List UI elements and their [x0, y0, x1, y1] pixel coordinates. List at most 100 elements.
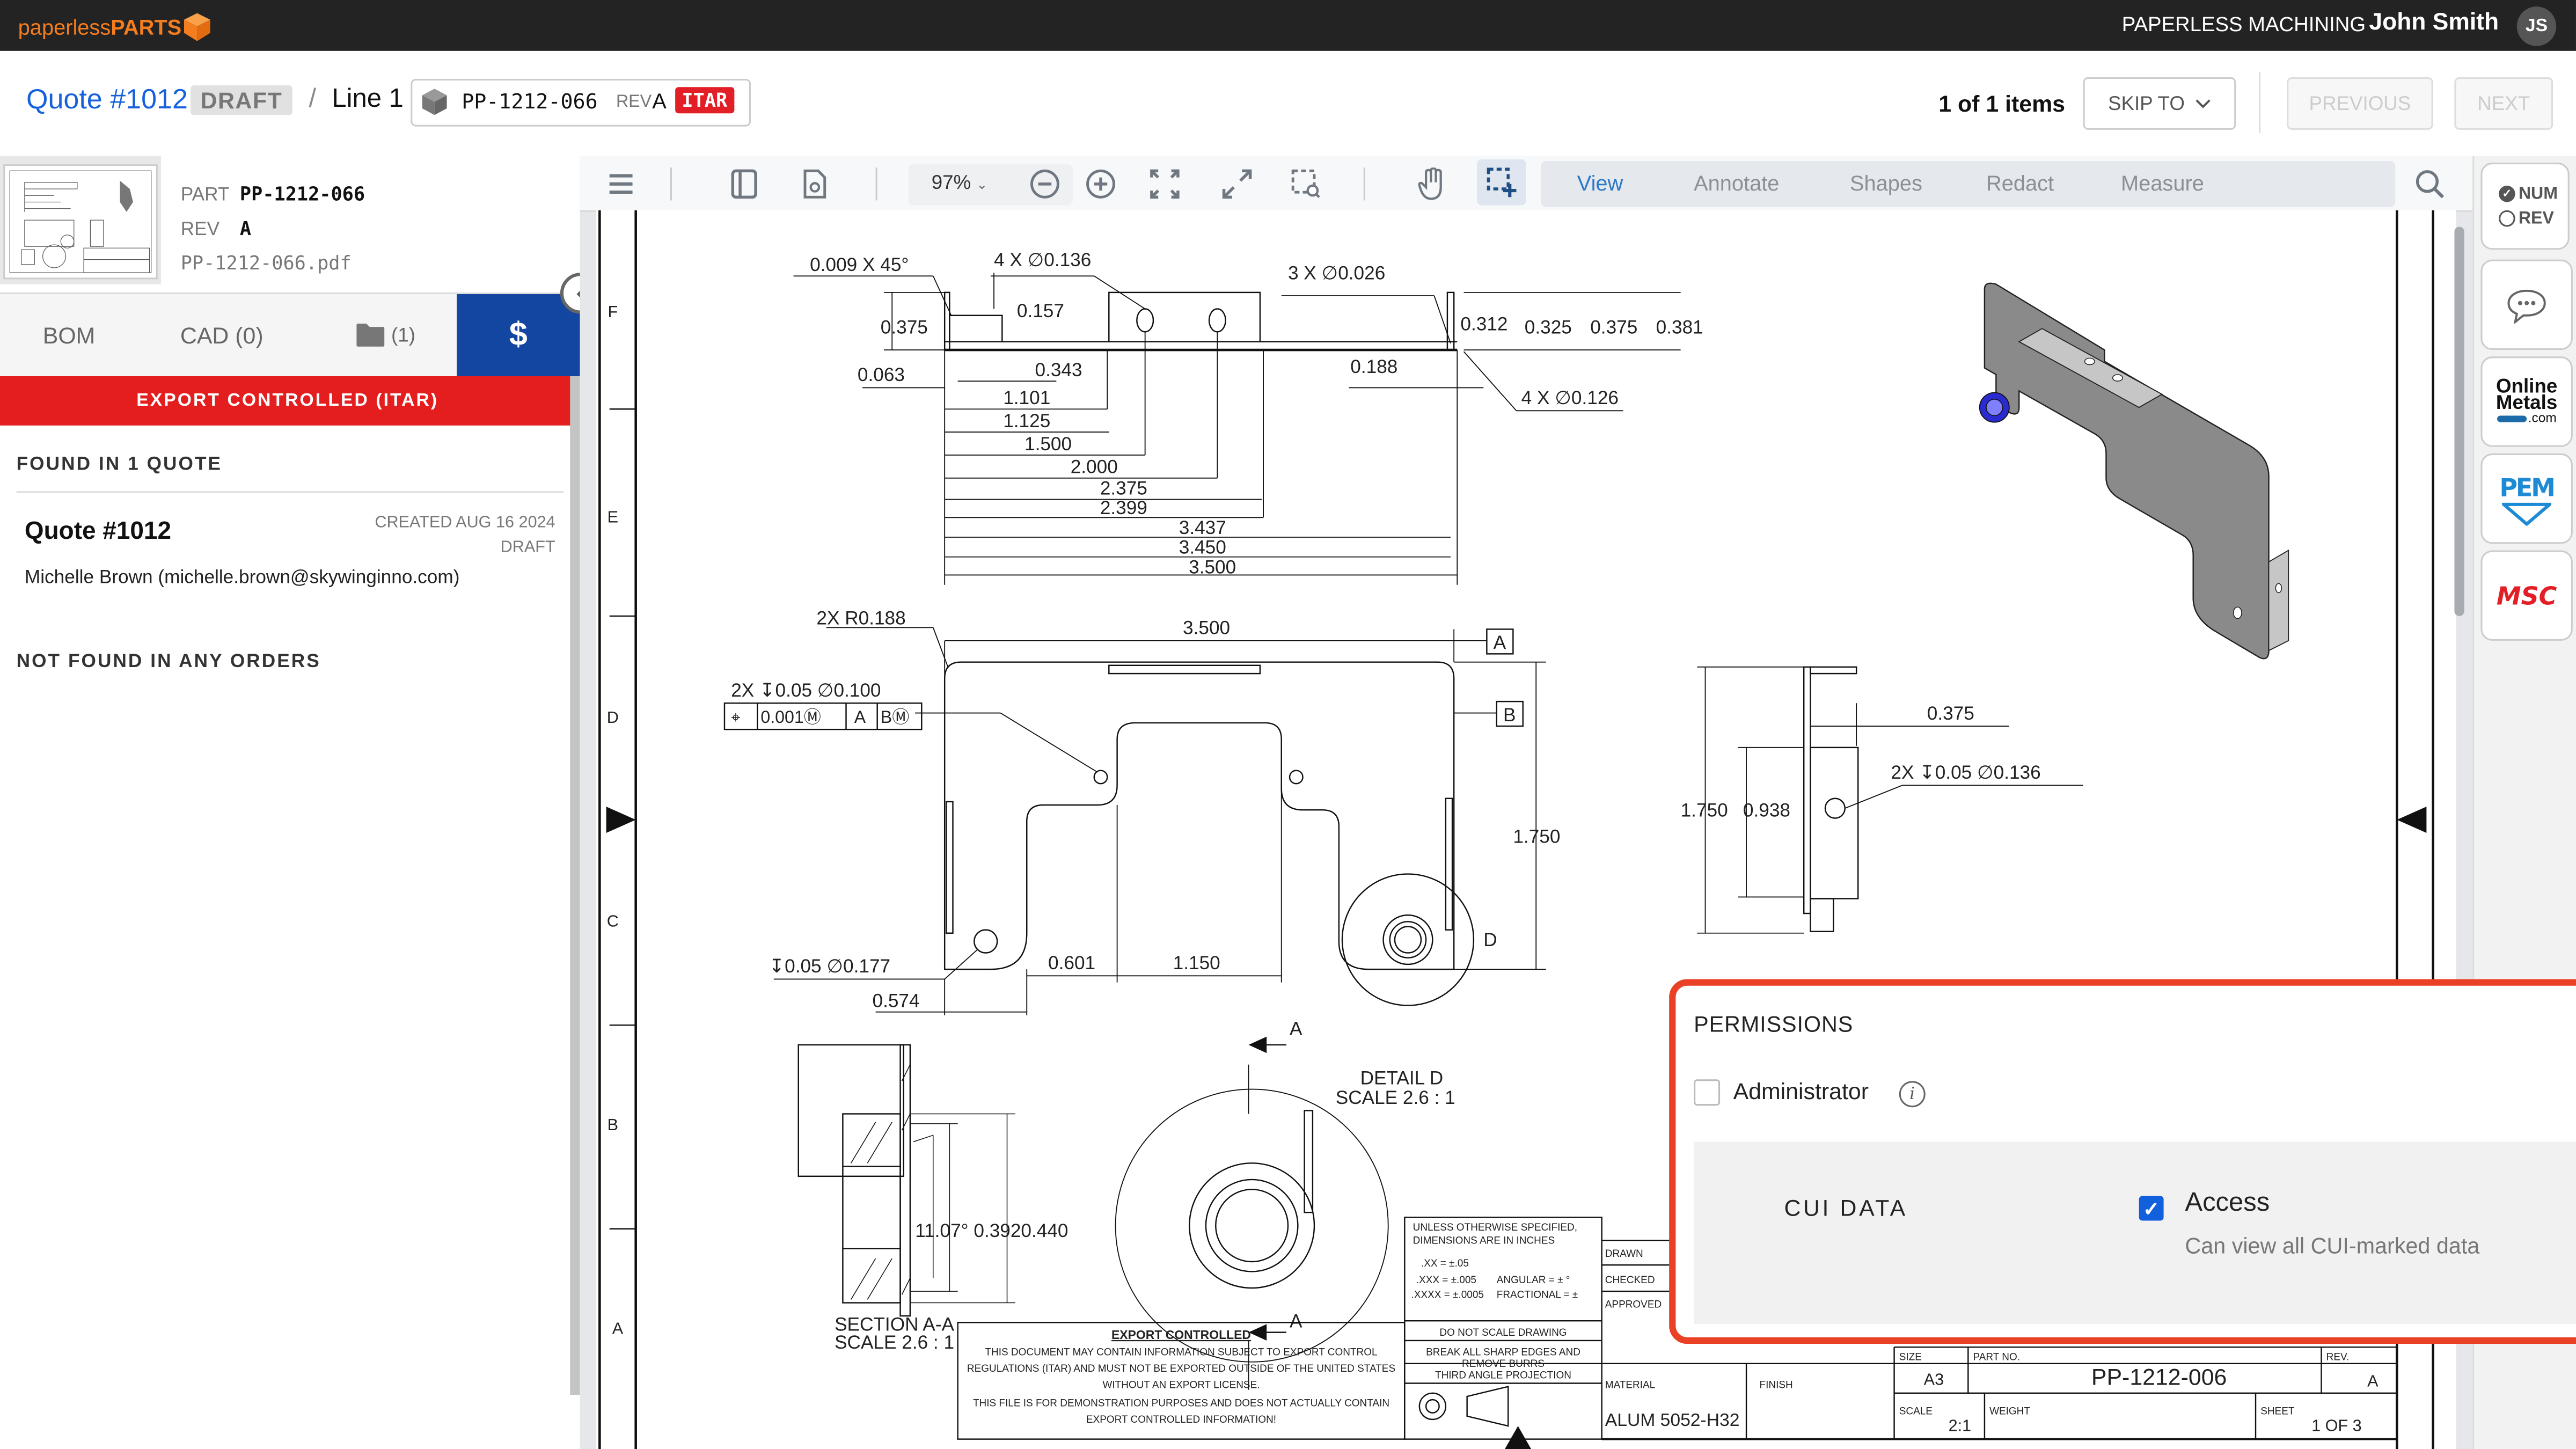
breadcrumb-quote-link[interactable]: Quote #1012	[26, 84, 188, 116]
thumbnail-preview	[9, 170, 152, 273]
items-count: 1 of 1 items	[1938, 90, 2066, 117]
pan-hand-icon[interactable]	[1416, 167, 1449, 200]
menu-icon[interactable]	[605, 167, 638, 200]
logo[interactable]: paperless PARTS	[18, 10, 211, 42]
zoom-out-icon[interactable]	[1028, 167, 1061, 200]
zone-label: D	[607, 708, 619, 727]
quote-contact: Michelle Brown (michelle.brown@skywingin…	[24, 568, 460, 588]
administrator-checkbox[interactable]	[1694, 1079, 1721, 1106]
app-window: paperless PARTS PAPERLESS MACHINING John …	[0, 0, 2576, 1449]
check-circle-icon: ✓	[2499, 185, 2515, 202]
fit-page-icon[interactable]	[1148, 167, 1181, 200]
chat-bubble-icon	[2507, 289, 2546, 323]
info-icon[interactable]: i	[1899, 1081, 1926, 1108]
datum-label: A	[1494, 632, 1506, 653]
tab-measure[interactable]: Measure	[2121, 171, 2204, 195]
dim-label: 1.150	[1173, 953, 1220, 974]
skip-to-label: SKIP TO	[2107, 92, 2185, 115]
tab-pricing[interactable]: $	[457, 294, 580, 377]
administrator-label: Administrator	[1733, 1078, 1869, 1104]
dim-label: 3.437	[1179, 517, 1226, 538]
online-metals-com: .com	[2528, 409, 2557, 425]
online-metals-button[interactable]: Online Metals .com	[2480, 356, 2573, 447]
tb-label: SCALE	[1899, 1406, 1933, 1417]
sidebar-panel-icon[interactable]	[728, 167, 760, 200]
fullscreen-icon[interactable]	[1220, 167, 1253, 200]
comments-button[interactable]	[2480, 259, 2573, 350]
dim-label: 3 X ∅0.026	[1288, 262, 1385, 283]
rev-label: REV	[180, 220, 220, 240]
tab-files[interactable]: (1)	[328, 294, 443, 376]
num-option[interactable]: ✓ NUM	[2499, 184, 2558, 204]
document-settings-icon[interactable]	[799, 167, 831, 200]
tolerance-note: FRACTIONAL = ±	[1497, 1289, 1578, 1300]
access-checkbox[interactable]: ✓	[2139, 1196, 2164, 1221]
zoom-in-icon[interactable]	[1084, 167, 1117, 200]
tb-label: SIZE	[1899, 1352, 1922, 1363]
dim-label: 1.101	[1003, 387, 1050, 408]
tab-annotate[interactable]: Annotate	[1694, 171, 1779, 195]
dim-label: 0.375	[881, 317, 928, 338]
detail-title: DETAIL D	[1360, 1067, 1443, 1088]
tab-redact[interactable]: Redact	[1986, 171, 2054, 195]
file-name[interactable]: PP-1212-066.pdf	[181, 246, 365, 279]
drawing-thumbnail[interactable]	[0, 156, 161, 284]
dim-label: 0.325	[1525, 317, 1572, 338]
divider	[1363, 167, 1365, 201]
tab-view[interactable]: View	[1577, 171, 1623, 195]
part-chip[interactable]: PP-1212-066 REV A ITAR	[411, 78, 751, 127]
mode-tabs: View Annotate Shapes Redact Measure	[1541, 160, 2396, 207]
cube-logo-icon	[185, 12, 211, 40]
area-select-tool[interactable]	[1477, 159, 1526, 206]
center-mark-bottom	[1505, 1426, 1532, 1449]
tb-label: SHEET	[2260, 1406, 2295, 1417]
dim-label: 2.000	[1071, 457, 1118, 478]
next-button[interactable]: NEXT	[2454, 77, 2553, 130]
viewer-scrollbar[interactable]	[2454, 226, 2464, 616]
chevron-down-icon: ⌄	[976, 177, 988, 193]
pem-button[interactable]: PEM	[2480, 453, 2573, 544]
tab-cad-label: CAD (0)	[180, 321, 264, 348]
user-name[interactable]: John Smith	[2369, 10, 2499, 36]
tolerance-note: DIMENSIONS ARE IN INCHES	[1413, 1235, 1555, 1246]
tab-shapes[interactable]: Shapes	[1850, 171, 1922, 195]
tb-label: PART NO.	[1973, 1352, 2021, 1363]
logo-text-light: paperless	[18, 14, 111, 39]
detail-marker: D	[1483, 930, 1497, 950]
dim-label: 0.574	[872, 991, 919, 1012]
material-value: ALUM 5052-H32	[1605, 1410, 1740, 1430]
avatar[interactable]: JS	[2516, 6, 2557, 46]
tolerance-note: .XXX = ±.005	[1416, 1275, 1476, 1286]
search-icon[interactable]	[2413, 167, 2446, 200]
divider	[670, 167, 672, 201]
num-rev-toggle[interactable]: ✓ NUM REV	[2480, 163, 2570, 250]
section-arrow	[1248, 1324, 1267, 1341]
cube-icon	[422, 89, 447, 115]
rev-option[interactable]: REV	[2499, 209, 2554, 229]
rev-value: A	[2367, 1372, 2379, 1391]
previous-button[interactable]: PREVIOUS	[2287, 77, 2433, 130]
msc-button[interactable]: MSC	[2480, 550, 2573, 641]
zoom-select[interactable]: 97% ⌄	[932, 171, 987, 194]
dim-label: 2X R0.188	[816, 608, 905, 628]
dim-label: 0.375	[1590, 317, 1637, 338]
quote-title[interactable]: Quote #1012	[25, 517, 171, 545]
dim-label: 0.343	[1035, 360, 1082, 380]
dim-label: 11.07° 0.3920.440	[915, 1220, 1068, 1241]
tab-cad[interactable]: CAD (0)	[148, 294, 296, 376]
tb-label: CHECKED	[1605, 1275, 1655, 1286]
rev-label: REV	[616, 92, 652, 112]
left-panel-scrollbar[interactable]	[570, 376, 580, 1395]
dim-label: 2X ↧0.05 ∅0.100	[731, 680, 881, 701]
skip-to-dropdown[interactable]: SKIP TO	[2083, 77, 2236, 130]
dim-label: 0.312	[1460, 313, 1507, 334]
zone-label: C	[607, 912, 619, 931]
online-metals-logo-line3: .com	[2497, 409, 2557, 427]
fcf-cell: A	[854, 707, 866, 727]
section-arrow	[1248, 1036, 1267, 1053]
dim-label: 0.375	[1927, 703, 1974, 724]
dim-label: 0.601	[1048, 953, 1095, 974]
fcf-cell: ⌖	[731, 708, 740, 727]
tab-bom[interactable]: BOM	[0, 294, 138, 376]
zoom-region-icon[interactable]	[1290, 167, 1322, 200]
